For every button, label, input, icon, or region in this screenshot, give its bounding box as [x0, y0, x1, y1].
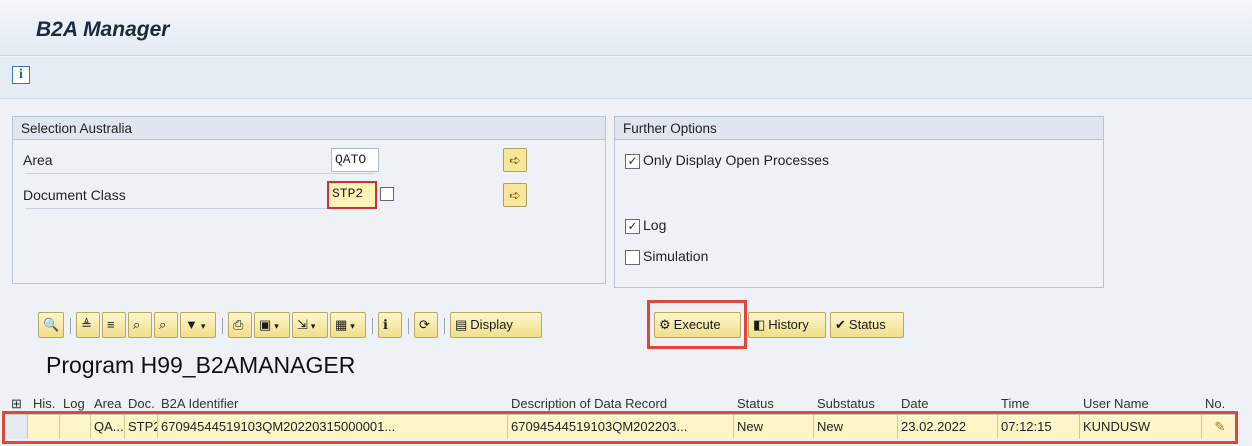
- views-icon[interactable]: ▣ ▾: [254, 312, 290, 338]
- find-next-icon[interactable]: ⌕: [154, 312, 178, 338]
- docclass-divider: [25, 208, 375, 209]
- area-label: Area: [23, 152, 53, 168]
- status-button[interactable]: ✔ Status: [830, 312, 904, 338]
- alv-toolbar: 🔍 ≜ ≡ ⌕ ⌕ ▼ ▾ ⎙ ▣ ▾ ⇲ ▾ ▦ ▾ ℹ ⟳ ▤ Display ⚙ Ex…: [38, 312, 938, 340]
- execute-highlight-box: [647, 300, 747, 349]
- sort-ascending-icon[interactable]: ≜: [76, 312, 100, 338]
- export-icon[interactable]: ⇲ ▾: [292, 312, 328, 338]
- log-label: Log: [643, 217, 667, 233]
- history-button[interactable]: ◧ History: [748, 312, 826, 338]
- title-bar: B2A Manager: [0, 0, 1252, 56]
- information-icon[interactable]: ℹ: [378, 312, 402, 338]
- simulation-label: Simulation: [643, 248, 709, 264]
- refresh-icon[interactable]: ⟳: [414, 312, 438, 338]
- info-icon[interactable]: i: [12, 66, 30, 84]
- only-open-label: Only Display Open Processes: [643, 152, 829, 168]
- display-button[interactable]: ▤ Display: [450, 312, 542, 338]
- filter-icon[interactable]: ▼ ▾: [180, 312, 216, 338]
- toolbar-separator: [408, 318, 409, 334]
- toolbar-separator: [444, 318, 445, 334]
- layout-icon[interactable]: ▦ ▾: [330, 312, 366, 338]
- log-checkbox[interactable]: ✓: [625, 219, 640, 234]
- toolbar-separator: [70, 318, 71, 334]
- further-options-title: Further Options: [615, 117, 1103, 140]
- application-toolbar: i: [0, 57, 1252, 99]
- display-label: Display: [470, 317, 513, 332]
- further-options-group: Further Options ✓ Only Display Open Proc…: [614, 116, 1104, 288]
- find-icon[interactable]: ⌕: [128, 312, 152, 338]
- document-class-label: Document Class: [23, 187, 126, 203]
- only-open-checkbox[interactable]: ✓: [625, 154, 640, 169]
- toolbar-separator: [372, 318, 373, 334]
- details-icon[interactable]: 🔍: [38, 312, 64, 338]
- selection-group: Selection Australia Area QATO ➪ Document…: [12, 116, 606, 284]
- print-icon[interactable]: ⎙: [228, 312, 252, 338]
- area-input[interactable]: QATO: [331, 148, 379, 172]
- docclass-multiple-selection-icon[interactable]: ➪: [503, 183, 527, 207]
- status-icon: ✔: [835, 317, 846, 332]
- value-help-icon[interactable]: [380, 187, 394, 201]
- sort-descending-icon[interactable]: ≡: [102, 312, 126, 338]
- selection-group-title: Selection Australia: [13, 117, 605, 140]
- window-title: B2A Manager: [36, 18, 170, 41]
- toolbar-separator: [222, 318, 223, 334]
- history-icon: ◧: [753, 317, 766, 332]
- status-label: Status: [848, 317, 886, 332]
- area-divider: [25, 173, 375, 174]
- document-class-input[interactable]: STP2: [327, 181, 377, 209]
- program-title: Program H99_B2AMANAGER: [46, 352, 356, 378]
- simulation-checkbox[interactable]: [625, 250, 640, 265]
- history-label: History: [768, 317, 809, 332]
- display-icon: ▤: [455, 317, 468, 332]
- row-highlight-box: [2, 411, 1238, 444]
- area-multiple-selection-icon[interactable]: ➪: [503, 148, 527, 172]
